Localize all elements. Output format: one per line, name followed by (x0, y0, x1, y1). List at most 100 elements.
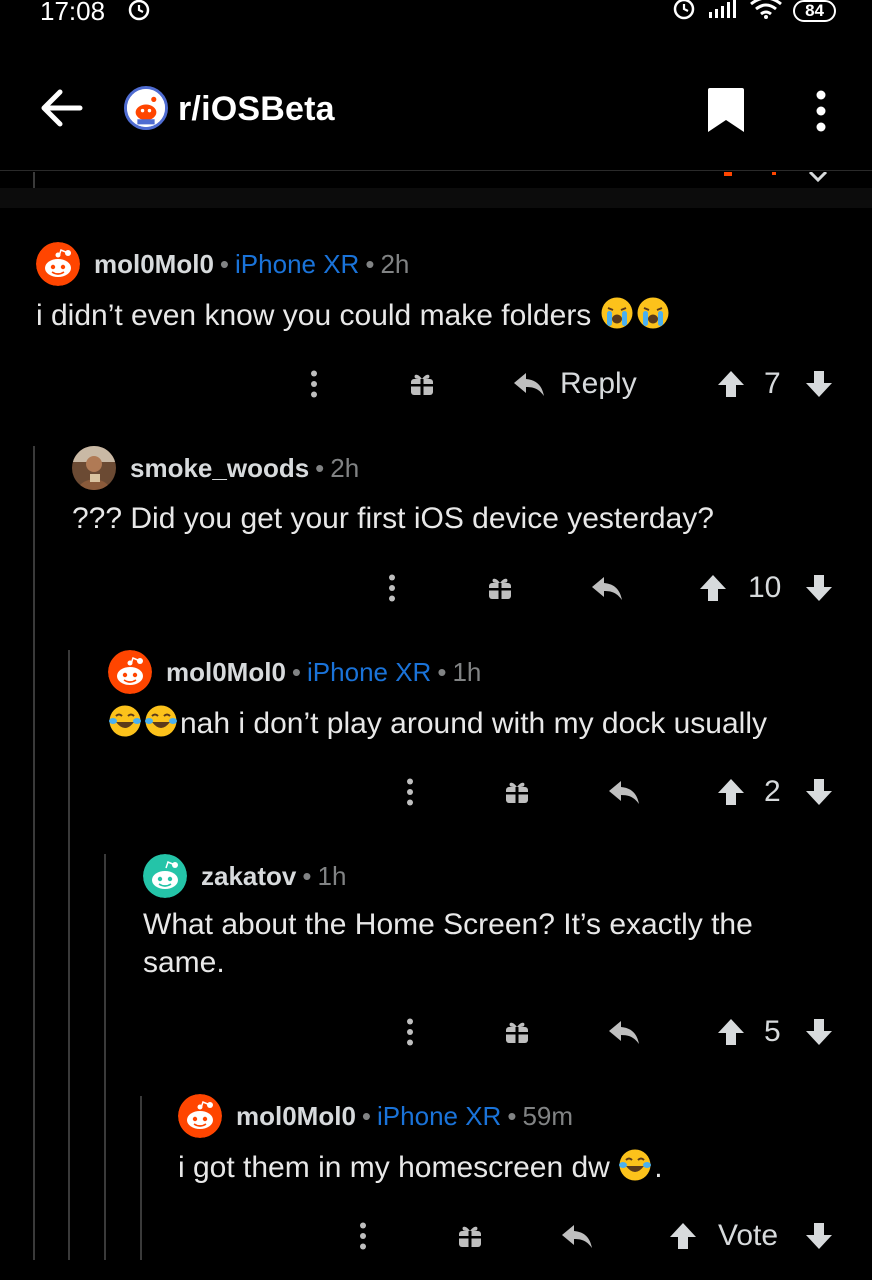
user-flair: iPhone XR (377, 1100, 502, 1131)
comment-actions: 5 (0, 1010, 872, 1054)
separator-dot: • (365, 248, 375, 279)
snoo-icon (127, 89, 165, 127)
more-options-button[interactable] (404, 770, 416, 814)
downvote-icon (804, 369, 834, 399)
more-options-button[interactable] (806, 88, 836, 134)
thread-line-depth-3[interactable] (104, 854, 106, 1260)
reply-icon (607, 778, 641, 806)
downvote-button[interactable] (804, 770, 834, 814)
vote-label: Vote (718, 1219, 779, 1252)
avatar[interactable] (143, 854, 187, 898)
user-flair: iPhone XR (235, 248, 360, 279)
comment-author[interactable]: mol0Mol0 (236, 1101, 356, 1132)
reply-button[interactable] (607, 770, 641, 814)
reply-button[interactable]: Reply (512, 362, 637, 406)
more-options-button[interactable] (308, 362, 320, 406)
downvote-button[interactable] (804, 566, 834, 610)
more-vertical-icon (404, 777, 416, 807)
upvote-icon (668, 1221, 698, 1251)
more-vertical-icon (357, 1221, 369, 1251)
thread-line-depth-2[interactable] (68, 650, 70, 1260)
downvote-button[interactable] (804, 1010, 834, 1054)
upvote-button[interactable] (716, 770, 746, 814)
comment-time: 59m (522, 1100, 574, 1131)
comment-header: smoke_woods • 2h (72, 446, 359, 490)
award-button[interactable] (503, 770, 531, 814)
avatar[interactable] (36, 242, 80, 286)
downvote-button[interactable] (804, 1214, 834, 1258)
gift-icon (503, 778, 531, 806)
comment-header: mol0Mol0 • iPhone XR • 59m (178, 1094, 573, 1138)
upvote-icon (716, 369, 746, 399)
upvote-button[interactable] (716, 1010, 746, 1054)
comment-actions: Reply 7 (0, 362, 872, 406)
arrow-left-icon (40, 89, 84, 134)
comment-text: i got them in my homescreen dw (178, 1151, 610, 1184)
award-button[interactable] (486, 566, 514, 610)
tears-of-joy-emoji (108, 704, 142, 738)
upvote-icon (716, 1017, 746, 1047)
header-divider (0, 170, 872, 171)
comment-text-suffix: . (654, 1151, 663, 1184)
comment-text: nah i don’t play around with my dock usu… (180, 707, 767, 740)
reply-label: Reply (560, 367, 637, 400)
reply-button[interactable] (607, 1010, 641, 1054)
gift-icon (503, 1018, 531, 1046)
loudly-crying-emoji (600, 296, 634, 330)
bookmark-button[interactable] (704, 86, 748, 134)
downvote-icon (804, 573, 834, 603)
more-vertical-icon (386, 573, 398, 603)
vote-score: 10 (748, 571, 782, 604)
separator-dot: • (507, 1100, 517, 1131)
previous-comment-actions-partial (0, 172, 872, 188)
comment-header: zakatov • 1h (143, 854, 346, 898)
comment-author[interactable]: mol0Mol0 (94, 249, 214, 280)
comment-text-line: same. (143, 946, 225, 979)
separator-dot: • (291, 656, 302, 687)
comment-text-line: What about the Home Screen? It’s exactly… (143, 908, 753, 941)
reply-button[interactable] (590, 566, 624, 610)
award-button[interactable] (408, 362, 436, 406)
alarm-icon (125, 0, 153, 26)
subreddit-avatar[interactable] (124, 86, 168, 130)
award-button[interactable] (456, 1214, 484, 1258)
vote-score: 7 (764, 367, 781, 400)
more-options-button[interactable] (386, 566, 398, 610)
vote-score: 2 (764, 775, 781, 808)
status-time: 17:08 (40, 0, 106, 26)
battery-icon: 84 (793, 0, 836, 22)
more-options-button[interactable] (404, 1010, 416, 1054)
more-options-button[interactable] (357, 1214, 369, 1258)
back-button[interactable] (40, 86, 84, 130)
avatar[interactable] (178, 1094, 222, 1138)
award-button[interactable] (503, 1010, 531, 1054)
subreddit-name[interactable]: r/iOSBeta (178, 90, 335, 129)
avatar[interactable] (108, 650, 152, 694)
comment-author[interactable]: smoke_woods (130, 453, 309, 484)
wifi-icon (749, 0, 783, 24)
downvote-button[interactable] (804, 362, 834, 406)
comment-author[interactable]: zakatov (201, 861, 296, 892)
reply-icon (590, 574, 624, 602)
upvote-button[interactable] (668, 1214, 698, 1258)
downvote-icon (804, 777, 834, 807)
reply-button[interactable] (560, 1214, 594, 1258)
comment-time: 2h (380, 248, 410, 279)
vote-score: 5 (764, 1015, 781, 1048)
more-vertical-icon (308, 369, 320, 399)
loudly-crying-emoji (636, 296, 670, 330)
separator-dot: • (361, 1100, 372, 1131)
separator-dot: • (315, 452, 325, 483)
reply-icon (560, 1222, 594, 1250)
upvote-button[interactable] (698, 566, 728, 610)
comment-time: 2h (330, 452, 360, 483)
avatar[interactable] (72, 446, 116, 490)
downvote-icon (804, 1017, 834, 1047)
tears-of-joy-emoji (144, 704, 178, 738)
comment-time: 1h (452, 656, 482, 687)
upvote-button[interactable] (716, 362, 746, 406)
app-header: r/iOSBeta (0, 68, 872, 150)
status-bar: 17:08 84 (0, 0, 872, 26)
reply-icon (512, 370, 546, 398)
comment-author[interactable]: mol0Mol0 (166, 657, 286, 688)
